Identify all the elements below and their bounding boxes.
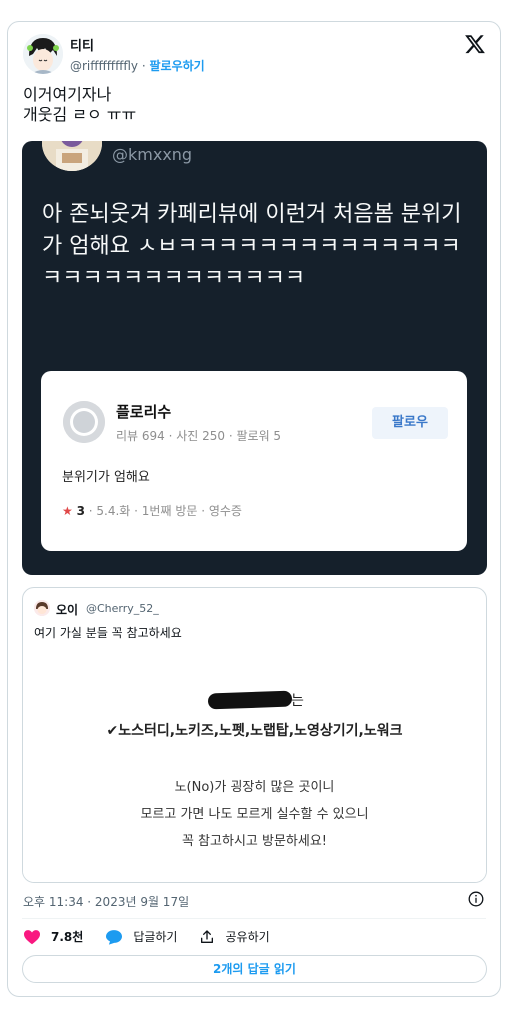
quoted-display-name: 오이 [56,603,79,617]
share-icon [201,929,214,943]
review-meta: ★ 3 · 5.4.화 · 1번째 방문 · 영수증 [62,502,242,519]
heart-icon [24,929,40,944]
quoted-avatar [34,600,50,616]
reviewer-stats: 리뷰 694 · 사진 250 · 팔로워 5 [116,429,282,443]
share-button[interactable]: 공유하기 [199,928,270,945]
review-follow-button: 팔로우 [372,407,448,439]
review-card: 플로리수 리뷰 694 · 사진 250 · 팔로워 5 팔로우 분위기가 엄해… [41,371,467,551]
avatar[interactable] [23,34,63,74]
notice-line: 꼭 참고하시고 방문하세요! [181,834,328,849]
divider [22,918,486,919]
read-replies-button[interactable]: 2개의 답글 읽기 [22,955,487,983]
screenshot-avatar-illustration [42,141,102,171]
like-count: 7.8천 [51,930,84,944]
timestamp[interactable]: 오후 11:34 · 2023년 9월 17일 [23,893,189,910]
tweet-card: 티티 @rifffffffffly · 팔로우하기 이거여기자나 개웃김 ㄹㅇ … [7,21,501,997]
reviewer-name: 플로리수 [116,403,172,421]
action-bar: 7.8천 답글하기 공유하기 [23,928,292,945]
attached-screenshot[interactable]: @kmxxng 아 존뇌웃겨 카페리뷰에 이런거 처음봄 분위기가 엄해요 ㅅㅂ… [22,141,487,575]
tweet-text-line: 이거여기자나 [23,85,112,104]
handle-row: @rifffffffffly · 팔로우하기 [70,57,205,74]
screenshot-handle: @kmxxng [112,145,193,164]
avatar-illustration [23,34,63,74]
quoted-tweet[interactable]: 오이 @Cherry_52_ 여기 가실 분들 꼭 참고하세요 는 ✔노스터디,… [22,587,487,883]
notice-rules: ✔노스터디,노키즈,노펫,노랩탑,노영상기기,노워크 [106,723,403,739]
default-user-icon [63,401,105,443]
info-icon[interactable] [468,891,484,907]
screenshot-text: 아 존뇌웃겨 카페리뷰에 이런거 처음봄 분위기가 엄해요 ㅅㅂㅋㅋㅋㅋㅋㅋㅋㅋ… [42,202,462,291]
notice-heading-suffix: 는 [291,693,304,709]
reply-bubble-icon [106,929,123,945]
share-label: 공유하기 [225,930,270,944]
reply-button[interactable]: 답글하기 [105,928,177,945]
review-meta-text: · 5.4.화 · 1번째 방문 · 영수증 [88,504,242,518]
star-icon: ★ [62,504,73,518]
screenshot-avatar [42,141,102,171]
tweet-text-line: 개웃김 ㄹㅇ ㅠㅠ [23,105,137,124]
reply-label: 답글하기 [133,930,178,944]
review-score: 3 [76,504,85,518]
like-button[interactable]: 7.8천 [23,928,83,945]
user-handle[interactable]: @rifffffffffly [70,59,138,73]
review-body: 분위기가 엄해요 [62,470,150,485]
quoted-image[interactable]: 는 ✔노스터디,노키즈,노펫,노랩탑,노영상기기,노워크 노(No)가 굉장히 … [23,650,486,882]
follow-button[interactable]: 팔로우하기 [149,59,204,73]
tweet-text: 이거여기자나 개웃김 ㄹㅇ ㅠㅠ [23,85,136,125]
quoted-text: 여기 가실 분들 꼭 참고하세요 [34,626,182,640]
quoted-avatar-illustration [34,600,50,616]
notice-line: 모르고 가면 나도 모르게 실수할 수 있으니 [140,807,369,822]
quoted-handle: @Cherry_52_ [86,602,159,615]
notice-line: 노(No)가 굉장히 많은 곳이니 [174,780,335,795]
separator: · [141,59,146,73]
x-logo-icon[interactable] [464,33,486,55]
reviewer-avatar [63,401,105,443]
redaction-mark [207,690,293,710]
display-name[interactable]: 티티 [70,35,94,54]
